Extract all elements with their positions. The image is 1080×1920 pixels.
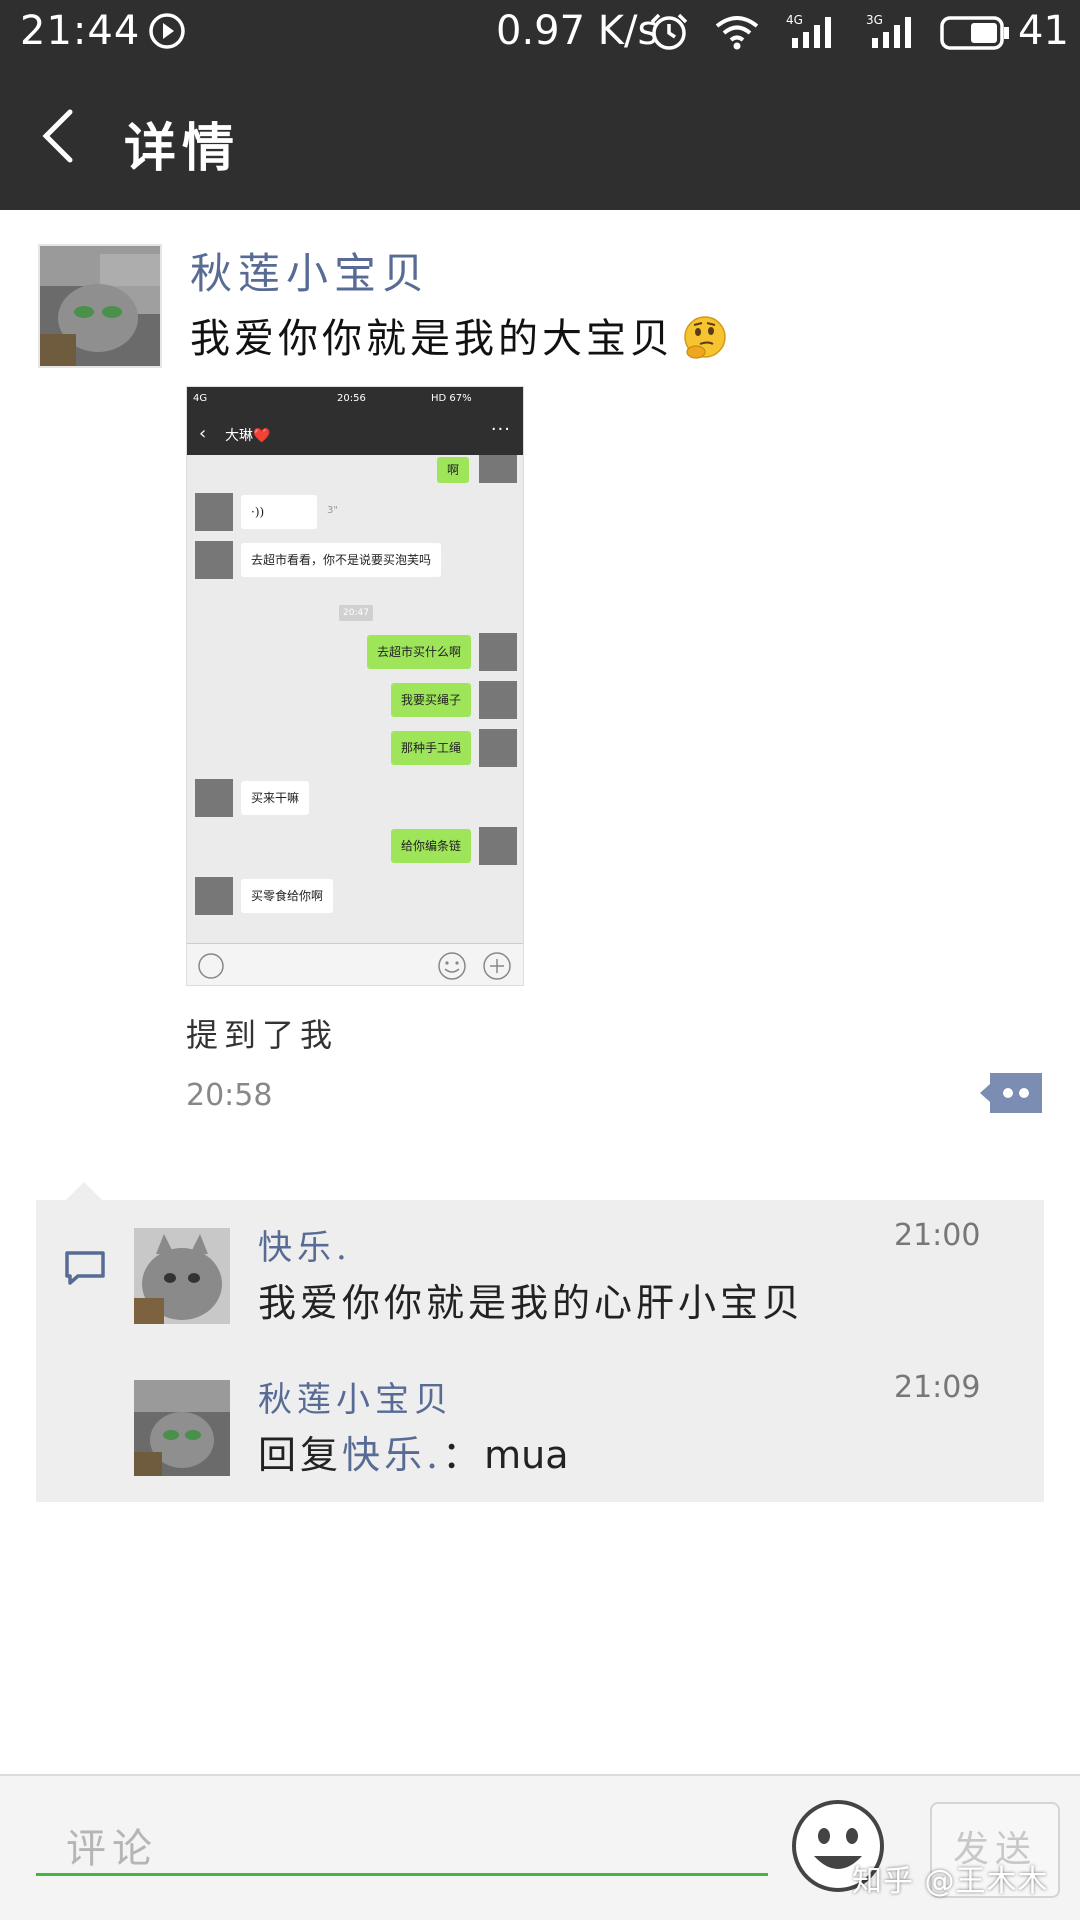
reply-prefix: 回复 <box>258 1433 343 1477</box>
comments-pointer <box>66 1182 102 1200</box>
status-bar: 21:44 0.97 K/s 4G 3G 41 <box>0 0 1080 62</box>
image-voice-icon <box>198 953 224 979</box>
watermark: 知乎 @王木木 <box>852 1864 1049 1899</box>
image-avatar <box>195 779 233 817</box>
image-chat-header: ‹ 大琳❤️ ··· <box>187 411 523 455</box>
post-image[interactable]: 4G 20:56 HD 67% ‹ 大琳❤️ ··· 啊 ·)) 3" 去超市看… <box>186 386 524 986</box>
image-avatar <box>195 877 233 915</box>
image-status-bar: 4G 20:56 HD 67% <box>187 387 523 411</box>
image-message: 给你编条链 <box>390 829 471 863</box>
media-play-icon <box>148 12 186 54</box>
network-speed: 0.97 K/s <box>496 8 659 54</box>
image-message: ·)) <box>241 495 317 529</box>
image-message: 去超市买什么啊 <box>366 635 471 669</box>
image-back-icon: ‹ <box>199 423 207 444</box>
comment-text[interactable]: 我爱你你就是我的心肝小宝贝 <box>258 1272 804 1327</box>
reply-separator: ： <box>442 1433 485 1477</box>
comment-bubble-icon <box>64 1250 106 1290</box>
post-author-avatar[interactable] <box>38 244 162 368</box>
image-message: 啊 <box>437 457 470 483</box>
image-avatar <box>195 493 233 531</box>
image-voice-duration: 3" <box>327 505 338 516</box>
image-emoji-icon <box>438 952 466 980</box>
comment-author-name[interactable]: 快乐. <box>258 1220 352 1269</box>
comment-author-name[interactable]: 秋莲小宝贝 <box>258 1372 453 1421</box>
post-time: 20:58 <box>186 1078 273 1113</box>
signal-4g-icon: 4G <box>786 12 842 56</box>
comment-menu-icon[interactable] <box>978 1070 1044 1116</box>
image-status-signal: 4G <box>193 393 208 404</box>
comment-time: 21:00 <box>894 1218 981 1253</box>
image-input-bar <box>187 943 523 985</box>
image-message: 那种手工绳 <box>390 731 471 765</box>
post-author-name[interactable]: 秋莲小宝贝 <box>190 240 430 301</box>
mention-notice: 提到了我 <box>186 1016 339 1054</box>
signal-4g-label: 4G <box>786 13 803 27</box>
comment-avatar[interactable] <box>134 1228 230 1324</box>
image-status-right: HD 67% <box>431 393 472 404</box>
reply-text: mua <box>484 1433 569 1477</box>
image-avatar <box>479 455 517 483</box>
image-status-time: 20:56 <box>337 393 366 404</box>
image-more-icon: ··· <box>490 419 511 440</box>
image-chat-title: 大琳❤️ <box>225 428 271 444</box>
alarm-icon <box>648 12 690 56</box>
comment-input[interactable]: 评论 <box>36 1806 768 1876</box>
image-avatar <box>479 827 517 865</box>
page-title: 详情 <box>124 119 241 179</box>
back-arrow-icon[interactable] <box>38 106 78 166</box>
reply-to-name[interactable]: 快乐. <box>342 1433 442 1477</box>
comment-avatar[interactable] <box>134 1380 230 1476</box>
battery-percent: 41 <box>1018 8 1069 54</box>
post-text: 我爱你你就是我的大宝贝 <box>190 306 728 370</box>
signal-3g-icon: 3G <box>866 12 922 56</box>
wifi-icon <box>714 14 760 54</box>
image-message: 我要买绳子 <box>390 683 471 717</box>
comment-time: 21:09 <box>894 1370 981 1405</box>
header-bar: 详情 <box>0 62 1080 210</box>
battery-icon <box>940 16 1010 54</box>
post-text-content: 我爱你你就是我的大宝贝 <box>190 316 674 362</box>
thinking-face-emoji-icon <box>682 314 728 370</box>
signal-3g-label: 3G <box>866 13 883 27</box>
comment-text[interactable]: 回复快乐.：mua <box>258 1424 569 1479</box>
image-message: 买零食给你啊 <box>241 879 334 913</box>
comment-input-placeholder: 评论 <box>66 1826 158 1872</box>
image-avatar <box>479 729 517 767</box>
image-message: 去超市看看，你不是说要买泡芙吗 <box>241 543 442 577</box>
image-time-stamp: 20:47 <box>339 605 373 621</box>
image-avatar <box>195 541 233 579</box>
image-message: 买来干嘛 <box>241 781 310 815</box>
image-avatar <box>479 633 517 671</box>
status-time: 21:44 <box>20 8 141 54</box>
image-avatar <box>479 681 517 719</box>
comments-section: 快乐. 21:00 我爱你你就是我的心肝小宝贝 秋莲小宝贝 21:09 回复快乐… <box>36 1182 1044 1502</box>
